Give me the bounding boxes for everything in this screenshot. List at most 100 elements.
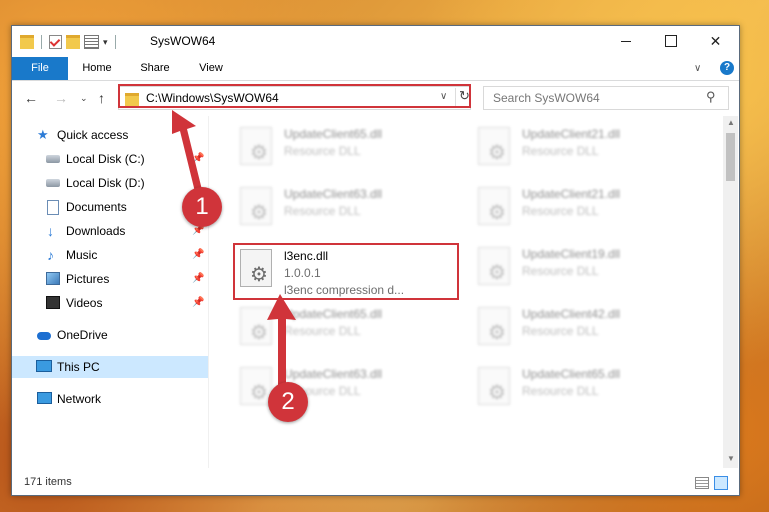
pin-icon[interactable]: 📌 [192,244,204,266]
disk-icon [46,179,60,187]
sidebar-item-network[interactable]: Network [12,388,208,410]
gear-icon: ⚙ [250,142,268,164]
sidebar-item-label: OneDrive [57,328,108,342]
sidebar-item-label: Local Disk (C:) [66,152,145,166]
new-folder-icon[interactable] [66,35,80,49]
window-title: SysWOW64 [150,34,216,48]
status-bar: 171 items [12,469,739,494]
refresh-icon[interactable]: ↻ [455,88,473,108]
tiles-view-icon[interactable] [714,476,728,490]
up-arrow-icon[interactable]: ↑ [98,90,105,106]
dll-file-icon: ⚙ [478,367,510,405]
maximize-icon [664,35,677,47]
dll-file-icon: ⚙ [240,127,272,165]
ribbon-expand-icon[interactable]: ∨ [694,63,701,74]
pictures-icon [46,272,60,285]
file-item[interactable]: ⚙ UpdateClient42.dll Resource DLL [474,301,694,351]
sidebar-item-label: Local Disk (D:) [66,176,145,190]
dll-file-icon: ⚙ [478,307,510,345]
callout-badge-1: 1 [182,187,222,227]
cloud-icon [37,332,51,340]
tab-share[interactable]: Share [132,57,178,80]
sidebar-item-label: Quick access [57,128,129,142]
gear-icon: ⚙ [250,264,268,286]
search-icon[interactable]: ⚲ [706,89,716,105]
file-description: Resource DLL [522,144,599,158]
sidebar-item-label: This PC [57,360,100,374]
gear-icon: ⚙ [488,322,506,344]
pane-divider[interactable] [208,116,209,468]
details-view-icon[interactable] [695,477,709,489]
sidebar-item-onedrive[interactable]: OneDrive [12,324,208,346]
search-input[interactable]: Search SysWOW64 ⚲ [483,86,729,110]
maximize-button[interactable] [648,26,693,56]
network-icon [37,392,52,404]
file-name: UpdateClient63.dll [284,187,383,201]
file-item-l3enc[interactable]: ⚙ l3enc.dll 1.0.0.1 l3enc compression d.… [236,243,456,297]
toolbar-separator [114,35,116,49]
arrow-2-shape [267,294,296,396]
toolbar-separator [41,35,42,49]
file-item[interactable]: ⚙ UpdateClient65.dll Resource DLL [236,121,456,171]
sidebar-item-label: Pictures [66,272,110,286]
gear-icon: ⚙ [488,262,506,284]
search-placeholder: Search SysWOW64 [493,91,600,105]
minimize-icon [620,40,631,42]
dll-file-icon: ⚙ [240,187,272,225]
star-icon: ★ [37,127,49,142]
file-name: UpdateClient65.dll [284,127,383,141]
sidebar-item-label: Music [66,248,98,262]
scrollbar-thumb[interactable] [726,133,735,181]
tab-home[interactable]: Home [74,57,120,80]
dll-file-icon: ⚙ [478,127,510,165]
close-button[interactable]: ✕ [693,26,738,56]
sidebar-item-videos[interactable]: Videos 📌 [12,292,208,314]
file-name: UpdateClient21.dll [522,187,621,201]
chevron-down-icon[interactable]: ∨ [440,91,447,102]
scroll-down-icon[interactable]: ▼ [727,454,735,463]
file-description: Resource DLL [284,204,361,218]
explorer-window: ▾ SysWOW64 ✕ File Home Share View ∨ ? ← … [11,25,740,496]
minimize-button[interactable] [603,26,648,56]
download-icon: ↓ [47,223,54,239]
pin-icon[interactable]: 📌 [192,268,204,290]
callout-badge-2: 2 [268,382,308,422]
file-item[interactable]: ⚙ UpdateClient21.dll Resource DLL [474,121,694,171]
folder-icon [20,35,34,49]
back-arrow-icon[interactable]: ← [24,90,38,106]
file-name: UpdateClient19.dll [522,247,621,261]
sidebar-item-label: Videos [66,296,103,310]
help-icon[interactable]: ? [720,61,734,75]
customize-icon[interactable] [84,35,99,49]
navigation-bar: ← → ⌄ ↑ C:\Windows\SysWOW64 ∨ ↻ Search S… [12,81,739,116]
file-description: Resource DLL [522,264,599,278]
forward-arrow-icon[interactable]: → [54,90,68,106]
folder-icon [125,93,139,106]
recent-locations-icon[interactable]: ⌄ [80,93,88,104]
sidebar-item-label: Downloads [66,224,126,238]
dll-file-icon: ⚙ [240,249,272,287]
file-item[interactable]: ⚙ UpdateClient19.dll Resource DLL [474,241,694,291]
sidebar-item-label: Documents [66,200,127,214]
address-path[interactable]: C:\Windows\SysWOW64 [146,91,279,105]
file-item[interactable]: ⚙ UpdateClient21.dll Resource DLL [474,181,694,231]
scroll-up-icon[interactable]: ▲ [727,118,735,127]
toolbar-dropdown-icon[interactable]: ▾ [103,37,108,48]
gear-icon: ⚙ [488,382,506,404]
file-item[interactable]: ⚙ UpdateClient63.dll Resource DLL [236,181,456,231]
file-description: Resource DLL [522,384,599,398]
sidebar-item-music[interactable]: ♪ Music 📌 [12,244,208,266]
properties-check-icon[interactable] [49,35,62,49]
file-item[interactable]: ⚙ UpdateClient65.dll Resource DLL [474,361,694,411]
file-name: UpdateClient21.dll [522,127,621,141]
tab-view[interactable]: View [188,57,234,80]
sidebar-item-pictures[interactable]: Pictures 📌 [12,268,208,290]
tab-file[interactable]: File [12,57,68,80]
vertical-scrollbar[interactable]: ▲ ▼ [723,116,738,468]
pin-icon[interactable]: 📌 [192,292,204,314]
sidebar-item-this-pc[interactable]: This PC [12,356,208,378]
document-icon [47,200,59,215]
title-bar: ▾ SysWOW64 ✕ [12,26,739,57]
sidebar-item-downloads[interactable]: ↓ Downloads 📌 [12,220,208,242]
file-name: UpdateClient65.dll [522,367,621,381]
